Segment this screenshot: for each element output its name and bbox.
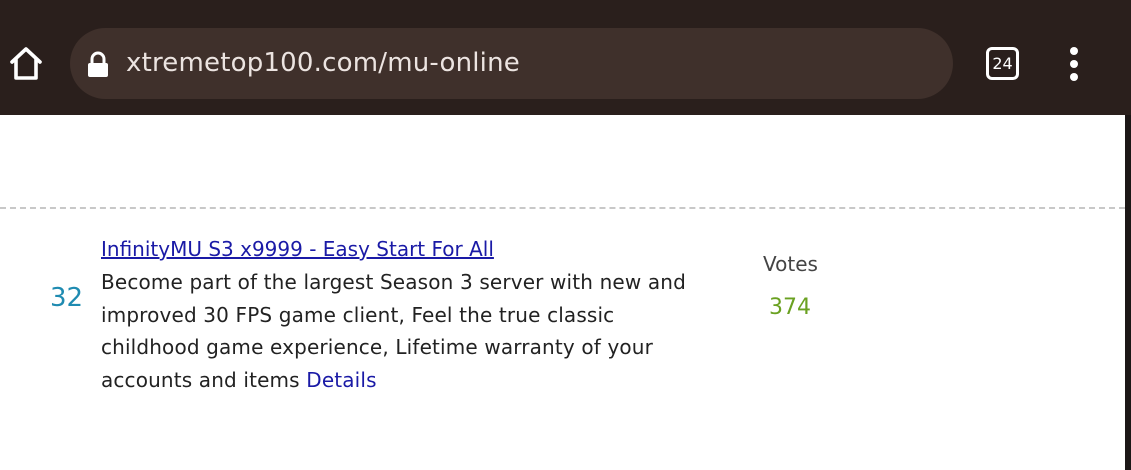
- home-button[interactable]: [6, 44, 46, 84]
- page-scrollbar[interactable]: [1125, 115, 1131, 470]
- url-text: xtremetop100.com/mu-online: [126, 48, 520, 78]
- page-content: 32 InfinityMU S3 x9999 - Easy Start For …: [0, 115, 1125, 470]
- details-link[interactable]: Details: [306, 368, 376, 392]
- server-title-link[interactable]: InfinityMU S3 x9999 - Easy Start For All: [101, 236, 494, 262]
- votes-count: 374: [769, 295, 811, 320]
- votes-label: Votes: [763, 252, 818, 276]
- tabs-counter-icon: 24: [986, 47, 1019, 80]
- address-bar[interactable]: xtremetop100.com/mu-online: [70, 28, 953, 99]
- more-menu-button[interactable]: [1062, 47, 1086, 81]
- server-description-text: Become part of the largest Season 3 serv…: [101, 270, 686, 392]
- server-rank: 32: [50, 283, 84, 313]
- browser-toolbar: xtremetop100.com/mu-online 24: [0, 0, 1131, 115]
- home-icon: [10, 47, 42, 80]
- row-divider: [0, 207, 1125, 209]
- tab-switcher-button[interactable]: 24: [986, 47, 1019, 80]
- server-description: Become part of the largest Season 3 serv…: [101, 266, 701, 396]
- lock-icon: [86, 51, 110, 79]
